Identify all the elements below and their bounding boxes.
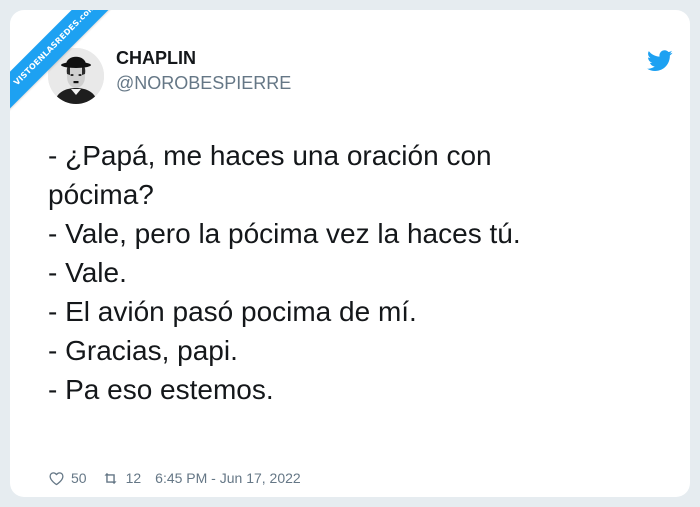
tweet-line: - ¿Papá, me haces una oración con — [48, 140, 492, 171]
tweet-footer: 50 12 6:45 PM - Jun 17, 2022 — [48, 469, 301, 487]
tweet-text: - ¿Papá, me haces una oración con pócima… — [48, 136, 668, 409]
tweet-line: - Vale. — [48, 257, 127, 288]
tweet-line: - Pa eso estemos. — [48, 374, 274, 405]
tweet-line: pócima? — [48, 179, 154, 210]
retweet-button[interactable]: 12 — [101, 470, 142, 487]
tweet-line: - Vale, pero la pócima vez la haces tú. — [48, 218, 521, 249]
twitter-bird-icon[interactable] — [647, 50, 673, 72]
tweet-line: - Gracias, papi. — [48, 335, 238, 366]
like-count: 50 — [71, 470, 87, 486]
tweet-timestamp[interactable]: 6:45 PM - Jun 17, 2022 — [155, 470, 301, 486]
retweet-icon — [104, 472, 117, 484]
heart-icon — [49, 471, 64, 485]
tweet-card: VISTOENLASREDES.com CHAPLIN @NOROBESPIER… — [10, 10, 690, 497]
watermark-text: VISTOENLASREDES.com — [10, 10, 120, 115]
like-button[interactable]: 50 — [48, 470, 87, 487]
author-handle[interactable]: @NOROBESPIERRE — [116, 73, 291, 94]
author-name[interactable]: CHAPLIN — [116, 48, 196, 69]
retweet-count: 12 — [125, 470, 142, 486]
tweet-line: - El avión pasó pocima de mí. — [48, 296, 417, 327]
watermark-logo: VISTOENLASREDES.com — [10, 10, 120, 120]
